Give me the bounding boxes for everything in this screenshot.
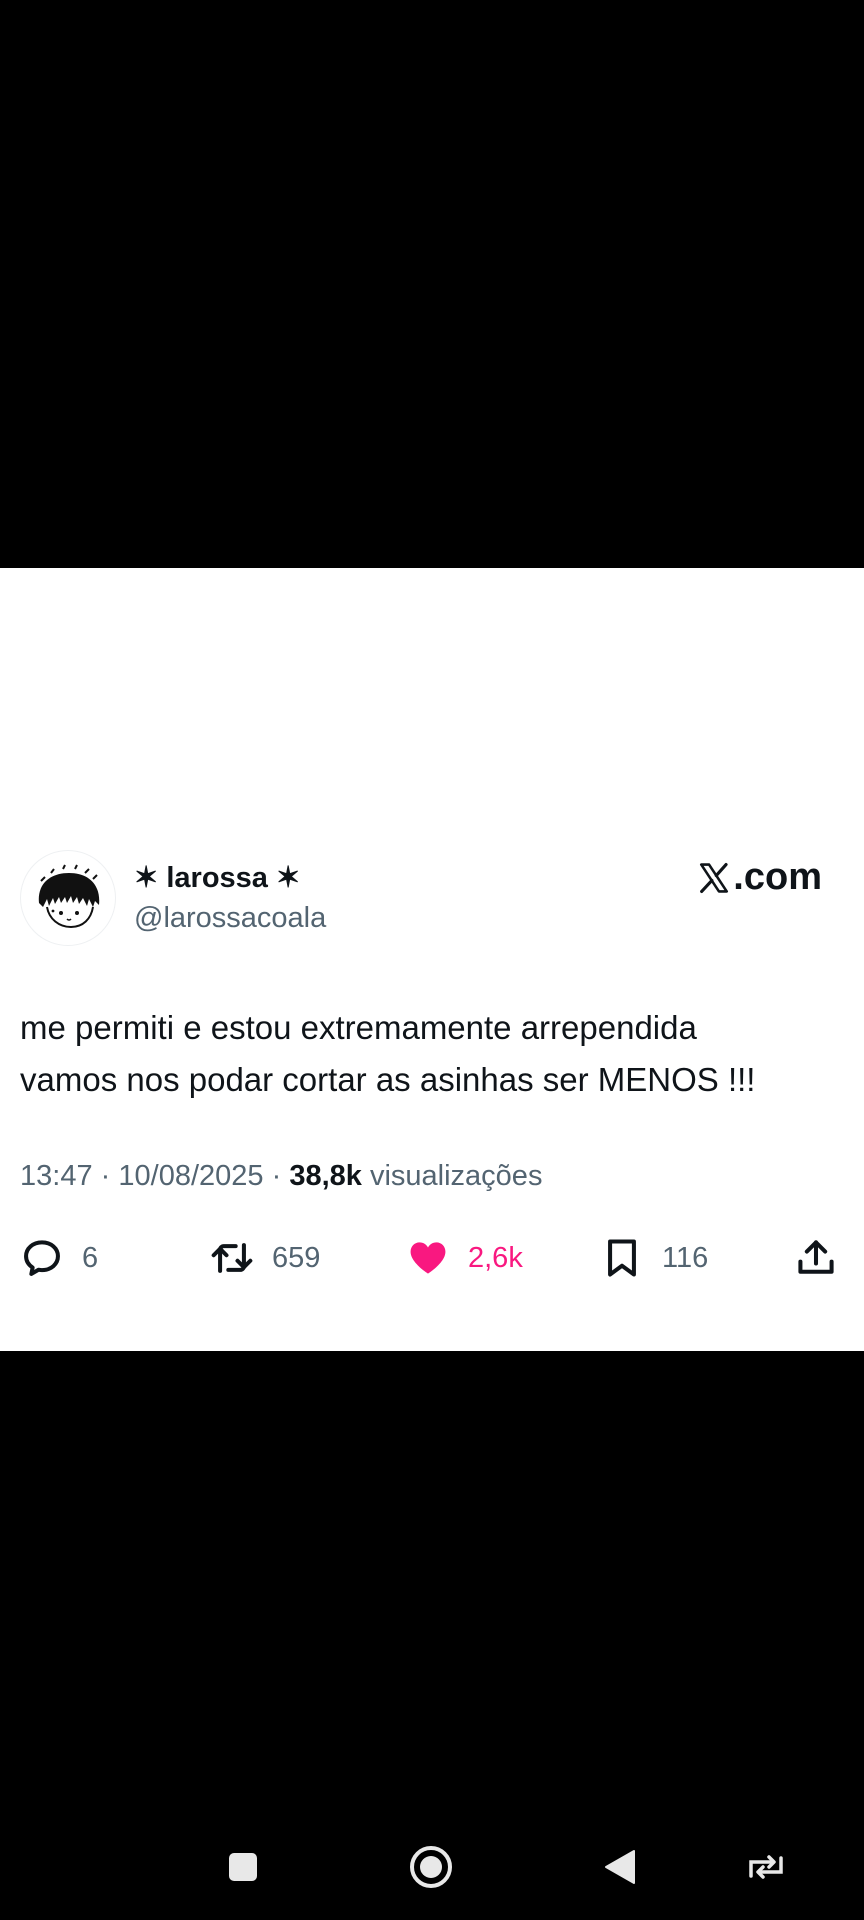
tweet-card: ✶ larossa ✶ @larossacoala .com me permit…	[0, 568, 864, 1351]
views-label: visualizações	[369, 1160, 543, 1192]
home-button[interactable]	[406, 1834, 456, 1900]
reply-button[interactable]: 6	[20, 1228, 98, 1288]
reply-count: 6	[82, 1241, 99, 1274]
views-count[interactable]: 38,8k	[289, 1160, 362, 1192]
rotate-icon	[749, 1855, 783, 1879]
like-button[interactable]: 2,6k	[406, 1228, 523, 1288]
like-count: 2,6k	[468, 1241, 523, 1274]
screen: ✶ larossa ✶ @larossacoala .com me permit…	[0, 0, 864, 1920]
recents-square-icon	[229, 1853, 257, 1881]
back-button[interactable]	[600, 1834, 640, 1900]
avatar-drawing	[38, 864, 100, 929]
avatar[interactable]	[20, 850, 116, 946]
brand-text: .com	[733, 856, 822, 898]
tweet-date[interactable]: 10/08/2025	[118, 1160, 263, 1192]
system-nav-bar	[0, 1822, 864, 1912]
recents-button[interactable]	[222, 1834, 264, 1900]
tweet-text-line: vamos nos podar cortar as asinhas ser ME…	[20, 1061, 756, 1098]
retweet-count: 659	[272, 1241, 321, 1274]
display-name[interactable]: ✶ larossa ✶	[134, 860, 300, 895]
retweet-icon	[211, 1243, 253, 1273]
meta-separator: ·	[100, 1160, 111, 1192]
bookmark-icon	[608, 1239, 636, 1277]
bookmark-count: 116	[662, 1241, 709, 1274]
share-icon	[798, 1240, 834, 1274]
rotate-button[interactable]	[744, 1834, 788, 1900]
bookmark-button[interactable]: 116	[600, 1228, 708, 1288]
share-button[interactable]	[794, 1228, 838, 1288]
tweet-actions: 6 659 2,6k 116	[0, 1228, 864, 1288]
meta-separator: ·	[271, 1160, 282, 1192]
reply-icon	[24, 1240, 60, 1276]
retweet-button[interactable]: 659	[210, 1228, 320, 1288]
tweet-text: me permiti e estou extremamente arrepend…	[20, 1002, 850, 1106]
tweet-time[interactable]: 13:47	[20, 1160, 93, 1192]
user-handle[interactable]: @larossacoala	[134, 902, 326, 935]
tweet-meta: 13:47 · 10/08/2025 · 38,8k visualizações	[20, 1160, 542, 1193]
home-circle-icon	[410, 1846, 452, 1888]
heart-icon	[410, 1242, 446, 1274]
back-triangle-icon	[605, 1850, 635, 1884]
brand-logo: .com	[697, 856, 822, 899]
tweet-text-line: me permiti e estou extremamente arrepend…	[20, 1009, 697, 1046]
x-logo-icon	[700, 862, 729, 893]
